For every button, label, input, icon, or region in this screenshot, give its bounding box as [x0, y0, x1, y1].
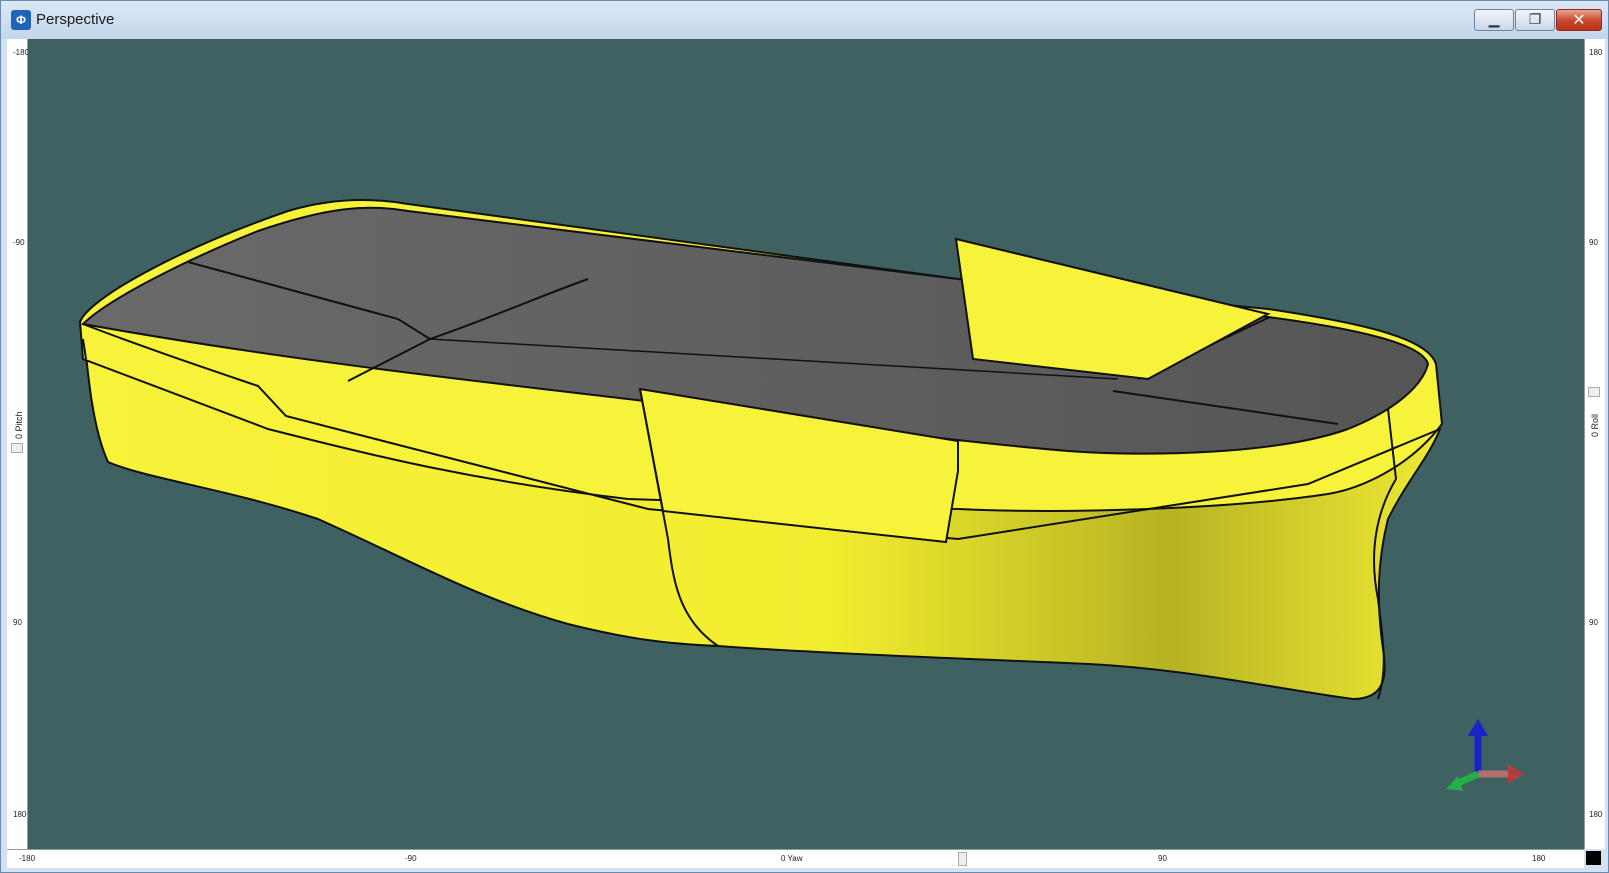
app-logo-icon[interactable]: Φ: [11, 10, 31, 30]
pitch-axis-label: 0 Pitch: [14, 411, 24, 439]
roll-tick-label: 180: [1589, 48, 1603, 57]
yaw-tick-label: -90: [405, 854, 417, 863]
pitch-slider-thumb[interactable]: [11, 443, 23, 453]
maximize-icon: ❐: [1528, 12, 1542, 28]
yaw-slider-thumb[interactable]: [958, 852, 967, 866]
roll-tick-label: 180: [1589, 810, 1603, 819]
minimize-icon: ▁: [1488, 12, 1500, 28]
minimize-button[interactable]: ▁: [1474, 9, 1514, 31]
window-title: Perspective: [36, 11, 115, 28]
ship-hull-model: [78, 199, 1444, 701]
roll-tick-label: 90: [1589, 618, 1598, 627]
close-icon: ✕: [1572, 10, 1586, 29]
roll-tick-label: 90: [1589, 238, 1598, 247]
yaw-tick-label: 180: [1532, 854, 1546, 863]
title-bar[interactable]: Φ Perspective ▁ ❐ ✕: [1, 1, 1608, 39]
pitch-tick-label: 180: [13, 810, 27, 819]
yaw-tick-label: 90: [1158, 854, 1167, 863]
close-button[interactable]: ✕: [1556, 9, 1602, 31]
3d-viewport[interactable]: [28, 39, 1584, 849]
roll-slider-thumb[interactable]: [1588, 387, 1600, 397]
roll-ruler[interactable]: 180 90 0 Roll 90 180: [1584, 39, 1605, 849]
xyz-axis-triad-icon: [1446, 719, 1524, 791]
pitch-tick-label: -180: [13, 48, 30, 57]
yaw-tick-label: -180: [19, 854, 36, 863]
maximize-button[interactable]: ❐: [1515, 9, 1555, 31]
pitch-ruler[interactable]: -180 -90 0 Pitch 90 180: [7, 39, 30, 849]
yaw-ruler[interactable]: -180 -90 0 Yaw 90 180: [7, 849, 1584, 868]
roll-axis-label: 0 Roll: [1590, 413, 1600, 437]
yaw-tick-label: 0 Yaw: [781, 854, 803, 863]
ruler-corner: [1586, 851, 1601, 865]
perspective-window: Φ Perspective ▁ ❐ ✕ -180 -90 0 Pitch 90 …: [0, 0, 1609, 873]
pitch-tick-label: 90: [13, 618, 22, 627]
pitch-tick-label: -90: [13, 238, 25, 247]
